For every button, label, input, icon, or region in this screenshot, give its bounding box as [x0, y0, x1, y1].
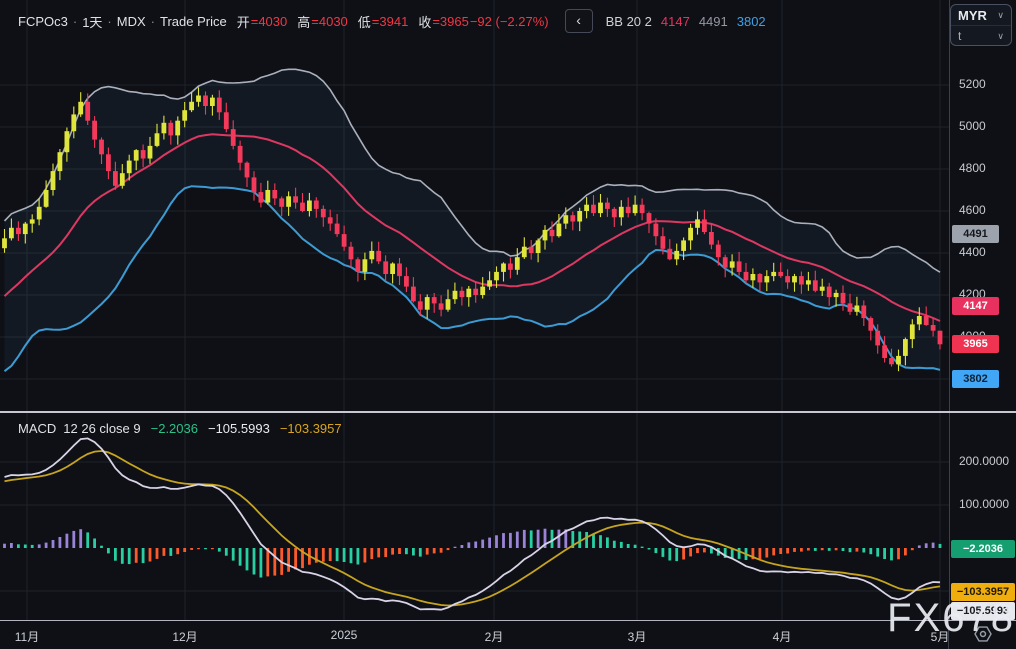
chevron-down-icon: ∨	[997, 30, 1004, 41]
time-tick: 11月	[14, 630, 40, 644]
macd-axis-tick: 100.0000	[959, 497, 1010, 511]
macd-hist-badge: −2.2036	[951, 539, 1015, 558]
bb-indicator-label: BB 20 2	[605, 13, 652, 29]
pane-separator[interactable]	[0, 411, 1016, 413]
separator-dot: ·	[107, 13, 112, 29]
macd-signal-badge: −103.3957	[951, 583, 1015, 602]
open-value: =4030	[250, 13, 288, 29]
time-tick: 3月	[627, 630, 647, 644]
time-tick: 4月	[772, 630, 792, 644]
price-tick: 4600	[959, 203, 986, 217]
unit-value: t	[958, 29, 962, 43]
price-tick: 4800	[959, 161, 986, 175]
bb-upper-value: 4491	[698, 13, 728, 29]
bb-lower-value: 3802	[736, 13, 766, 29]
macd-line-badge: −105.5993	[951, 602, 1015, 621]
axis-corner-divider	[948, 621, 949, 649]
price-axis[interactable]: 5200 5000 4800 4600 4400 4200 4000 200.0…	[949, 0, 1016, 621]
chevron-left-icon: ‹	[576, 12, 581, 28]
time-axis[interactable]: 11月 12月 2025 2月 3月 4月 5月	[0, 620, 1016, 649]
low-value: =3941	[371, 13, 409, 29]
exchange-label: MDX	[116, 13, 146, 29]
series-type-label: Trade Price	[160, 13, 227, 29]
macd-hist-value: −2.2036	[150, 421, 198, 436]
price-tick: 5000	[959, 119, 986, 133]
last-price-badge: 3965	[952, 335, 999, 354]
close-value: =3965	[432, 13, 469, 29]
currency-selector: MYR ∨ t ∨	[950, 4, 1012, 46]
bb-basis-badge: 4147	[952, 297, 999, 316]
close-label: 收	[418, 14, 432, 30]
macd-line-value: −105.5993	[207, 421, 270, 436]
bb-upper-badge: 4491	[952, 224, 999, 243]
chevron-down-icon: ∨	[997, 9, 1004, 20]
collapse-button[interactable]: ‹	[564, 9, 593, 33]
time-tick: 2月	[484, 630, 504, 644]
macd-params: 12 26 close 9	[63, 421, 141, 436]
symbol-header: FCPOc3 · 1天 · MDX · Trade Price 开 =4030 …	[18, 9, 766, 33]
change-value: −92 (−2.27%)	[469, 13, 549, 29]
interval-label: 1天	[82, 14, 103, 30]
symbol-name: FCPOc3	[18, 13, 68, 29]
separator-dot: ·	[72, 13, 78, 29]
time-tick: 5月	[930, 630, 950, 644]
macd-axis-tick: 200.0000	[959, 454, 1010, 468]
bb-lower-badge: 3802	[952, 369, 999, 388]
high-label: 高	[297, 14, 311, 30]
macd-label: MACD	[18, 421, 57, 436]
high-value: =4030	[311, 13, 348, 29]
currency-value: MYR	[958, 7, 987, 23]
trading-chart-app: FCPOc3 · 1天 · MDX · Trade Price 开 =4030 …	[0, 0, 1016, 649]
hexagon-dot-icon	[974, 626, 992, 642]
bb-basis-value: 4147	[660, 13, 690, 29]
price-tick: 4400	[959, 245, 986, 259]
macd-signal-value: −103.3957	[279, 421, 342, 436]
price-tick: 5200	[959, 77, 986, 91]
time-tick: 12月	[172, 630, 198, 644]
unit-dropdown[interactable]: t ∨	[951, 26, 1011, 46]
corner-menu-button[interactable]	[972, 623, 1000, 647]
chart-canvas[interactable]	[0, 0, 949, 620]
time-tick: 2025	[330, 628, 358, 642]
separator-dot: ·	[150, 13, 155, 29]
open-label: 开	[236, 14, 250, 30]
low-label: 低	[357, 14, 371, 30]
currency-dropdown[interactable]: MYR ∨	[951, 5, 1011, 26]
macd-header: MACD 12 26 close 9 −2.2036 −105.5993 −10…	[18, 421, 342, 436]
